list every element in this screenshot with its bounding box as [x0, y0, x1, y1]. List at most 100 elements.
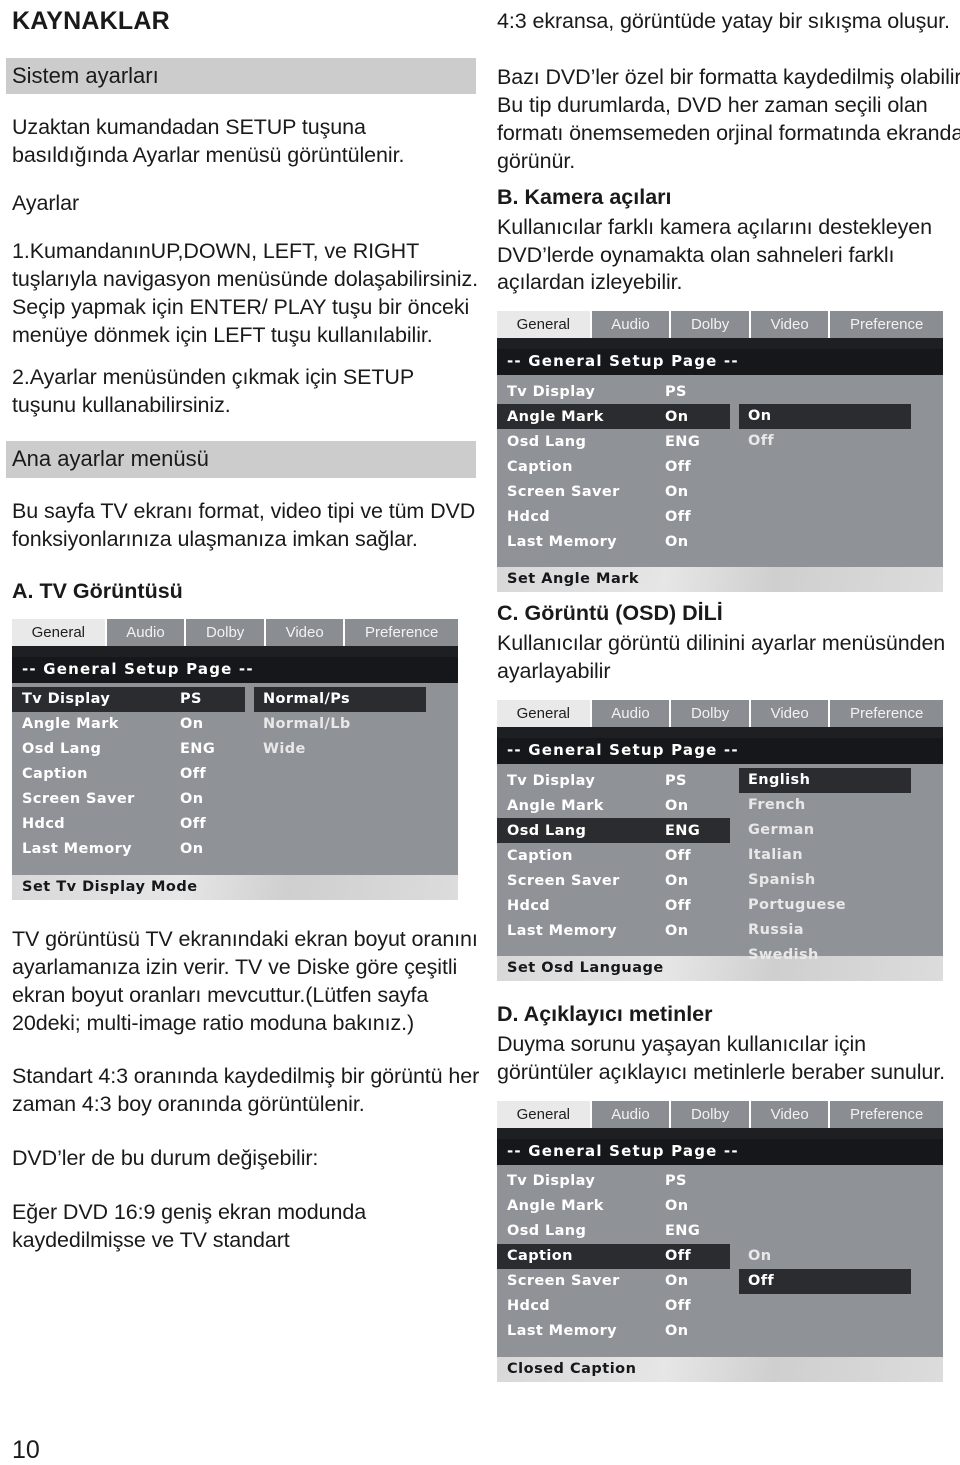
osd-setting-value: PS	[665, 383, 687, 400]
osd-tab-video[interactable]: Video	[750, 700, 831, 728]
osd-option-item[interactable]: Portuguese	[739, 893, 911, 918]
osd-setting-row[interactable]: Last Memory On	[497, 918, 730, 943]
osd-page-title: -- General Setup Page --	[497, 1138, 943, 1165]
osd-option-item[interactable]: English	[739, 768, 911, 794]
osd-setting-label: Screen Saver	[507, 483, 620, 500]
paragraph-dvd-varies: DVD’ler de bu durum değişebilir:	[12, 1146, 319, 1171]
osd-setting-row[interactable]: Last Memory On	[497, 529, 730, 554]
osd-top-strip	[497, 1127, 943, 1139]
osd-tab-video[interactable]: Video	[750, 1100, 831, 1128]
osd-setting-row[interactable]: Screen Saver On	[497, 868, 730, 893]
osd-setting-row[interactable]: Osd Lang ENG	[497, 818, 730, 844]
osd-screenshot-angle-mark: General Audio Dolby Video Preference -- Gener…	[497, 311, 943, 593]
osd-setting-row[interactable]: Tv Display PS	[12, 686, 245, 712]
osd-setting-row[interactable]: Hdcd Off	[497, 893, 730, 918]
osd-setting-row[interactable]: Angle Mark On	[497, 1194, 730, 1219]
osd-option-item[interactable]: Swedish	[739, 943, 911, 968]
osd-option-list: On Off	[739, 1244, 911, 1294]
osd-tab-video[interactable]: Video	[750, 311, 831, 339]
osd-setting-row[interactable]: Screen Saver On	[497, 1269, 730, 1294]
paragraph-main-menu-desc: Bu sayfa TV ekranı format, video tipi ve…	[12, 498, 476, 551]
osd-tab-bar: General Audio Dolby Video Preference	[497, 1100, 943, 1128]
osd-setting-row[interactable]: Screen Saver On	[12, 787, 245, 812]
osd-setting-row[interactable]: Angle Mark On	[497, 404, 730, 430]
osd-setting-label: Tv Display	[22, 691, 111, 708]
osd-setting-list: Tv Display PS Angle Mark On Osd Lang ENG Capti…	[12, 686, 245, 862]
osd-tab-general[interactable]: General	[497, 1100, 592, 1128]
osd-setting-label: Caption	[22, 766, 88, 783]
osd-tab-general[interactable]: General	[497, 311, 592, 339]
osd-tab-preference[interactable]: Preference	[830, 1100, 943, 1128]
osd-setting-value: ENG	[665, 433, 701, 450]
osd-option-item[interactable]: Spanish	[739, 868, 911, 893]
osd-setting-label: Last Memory	[22, 841, 132, 858]
osd-tab-audio[interactable]: Audio	[106, 618, 187, 646]
paragraph-43-squeeze: 4:3 ekransa, görüntüde yatay bir sıkışma…	[497, 9, 950, 33]
osd-option-item[interactable]: On	[739, 1244, 911, 1269]
osd-option-item[interactable]: Normal/Lb	[254, 712, 426, 737]
osd-option-item[interactable]: Normal/Ps	[254, 686, 426, 712]
osd-tab-dolby[interactable]: Dolby	[186, 618, 266, 646]
osd-tab-dolby[interactable]: Dolby	[671, 1100, 751, 1128]
paragraph-navigation-steps: 1.KumandanınUP,DOWN, LEFT, ve RIGHT tuşl…	[12, 238, 478, 347]
osd-tab-audio[interactable]: Audio	[591, 311, 672, 339]
osd-tab-preference[interactable]: Preference	[830, 700, 943, 728]
osd-tab-dolby[interactable]: Dolby	[671, 700, 751, 728]
osd-setting-value: ENG	[180, 741, 216, 758]
osd-setting-row[interactable]: Last Memory On	[12, 837, 245, 862]
osd-setting-row[interactable]: Hdcd Off	[497, 1294, 730, 1319]
paragraph-closed-caption-desc: Duyma sorunu yaşayan kullanıcılar için g…	[497, 1032, 946, 1084]
osd-option-item[interactable]: Wide	[254, 737, 426, 762]
osd-setting-value: PS	[665, 1173, 687, 1190]
osd-option-item[interactable]: German	[739, 818, 911, 843]
osd-option-item[interactable]: Italian	[739, 843, 911, 868]
osd-tab-preference[interactable]: Preference	[345, 618, 458, 646]
paragraph-special-format: Bazı DVD’ler özel bir formatta kaydedilm…	[497, 64, 960, 173]
osd-setting-row[interactable]: Osd Lang ENG	[497, 1219, 730, 1244]
osd-option-item[interactable]: Off	[739, 429, 911, 454]
osd-tab-dolby[interactable]: Dolby	[671, 311, 751, 339]
osd-option-item[interactable]: Off	[739, 1268, 911, 1294]
osd-setting-label: Angle Mark	[507, 797, 604, 814]
osd-tab-general[interactable]: General	[497, 700, 592, 728]
osd-option-item[interactable]: Russia	[739, 918, 911, 943]
osd-setting-row[interactable]: Last Memory On	[497, 1319, 730, 1344]
osd-tab-preference[interactable]: Preference	[830, 311, 943, 339]
osd-setting-label: Last Memory	[507, 1323, 617, 1340]
osd-body: Tv Display PS Angle Mark On Osd Lang ENG Capti…	[497, 764, 943, 963]
osd-setting-value: On	[665, 1273, 689, 1290]
osd-tab-general[interactable]: General	[12, 618, 107, 646]
osd-tab-video[interactable]: Video	[265, 618, 346, 646]
osd-setting-label: Osd Lang	[507, 1223, 587, 1240]
osd-option-item[interactable]: French	[739, 793, 911, 818]
osd-setting-row[interactable]: Caption Off	[497, 454, 730, 479]
page-title: KAYNAKLAR	[12, 7, 170, 35]
osd-tab-audio[interactable]: Audio	[591, 700, 672, 728]
osd-screenshot-closed-caption: General Audio Dolby Video Preference -- Gener…	[497, 1100, 943, 1382]
osd-setting-label: Last Memory	[507, 533, 617, 550]
osd-setting-row[interactable]: Hdcd Off	[12, 812, 245, 837]
osd-status-bar: Set Angle Mark	[497, 567, 943, 593]
osd-status-bar: Closed Caption	[497, 1356, 943, 1382]
osd-setting-row[interactable]: Angle Mark On	[12, 712, 245, 737]
osd-setting-row[interactable]: Tv Display PS	[497, 1169, 730, 1194]
osd-setting-label: Angle Mark	[22, 716, 119, 733]
osd-setting-row[interactable]: Hdcd Off	[497, 504, 730, 529]
osd-setting-value: On	[665, 1198, 689, 1215]
osd-setting-label: Hdcd	[507, 508, 551, 525]
osd-tab-audio[interactable]: Audio	[591, 1100, 672, 1128]
osd-setting-row[interactable]: Screen Saver On	[497, 479, 730, 504]
osd-setting-row[interactable]: Osd Lang ENG	[497, 429, 730, 454]
osd-setting-row[interactable]: Caption Off	[497, 843, 730, 868]
osd-setting-row[interactable]: Tv Display PS	[497, 768, 730, 793]
osd-setting-value: On	[180, 841, 204, 858]
osd-setting-row[interactable]: Caption Off	[12, 762, 245, 787]
osd-setting-row[interactable]: Tv Display PS	[497, 379, 730, 404]
paragraph-exit-setup: 2.Ayarlar menüsünden çıkmak için SETUP t…	[12, 364, 414, 417]
osd-setting-row[interactable]: Angle Mark On	[497, 793, 730, 818]
osd-setting-value: On	[665, 872, 689, 889]
osd-option-item[interactable]: On	[739, 404, 911, 430]
paragraph-169-widescreen: Eğer DVD 16:9 geniş ekran modunda kayded…	[12, 1200, 367, 1253]
osd-setting-row[interactable]: Caption Off	[497, 1243, 730, 1269]
osd-setting-row[interactable]: Osd Lang ENG	[12, 737, 245, 762]
